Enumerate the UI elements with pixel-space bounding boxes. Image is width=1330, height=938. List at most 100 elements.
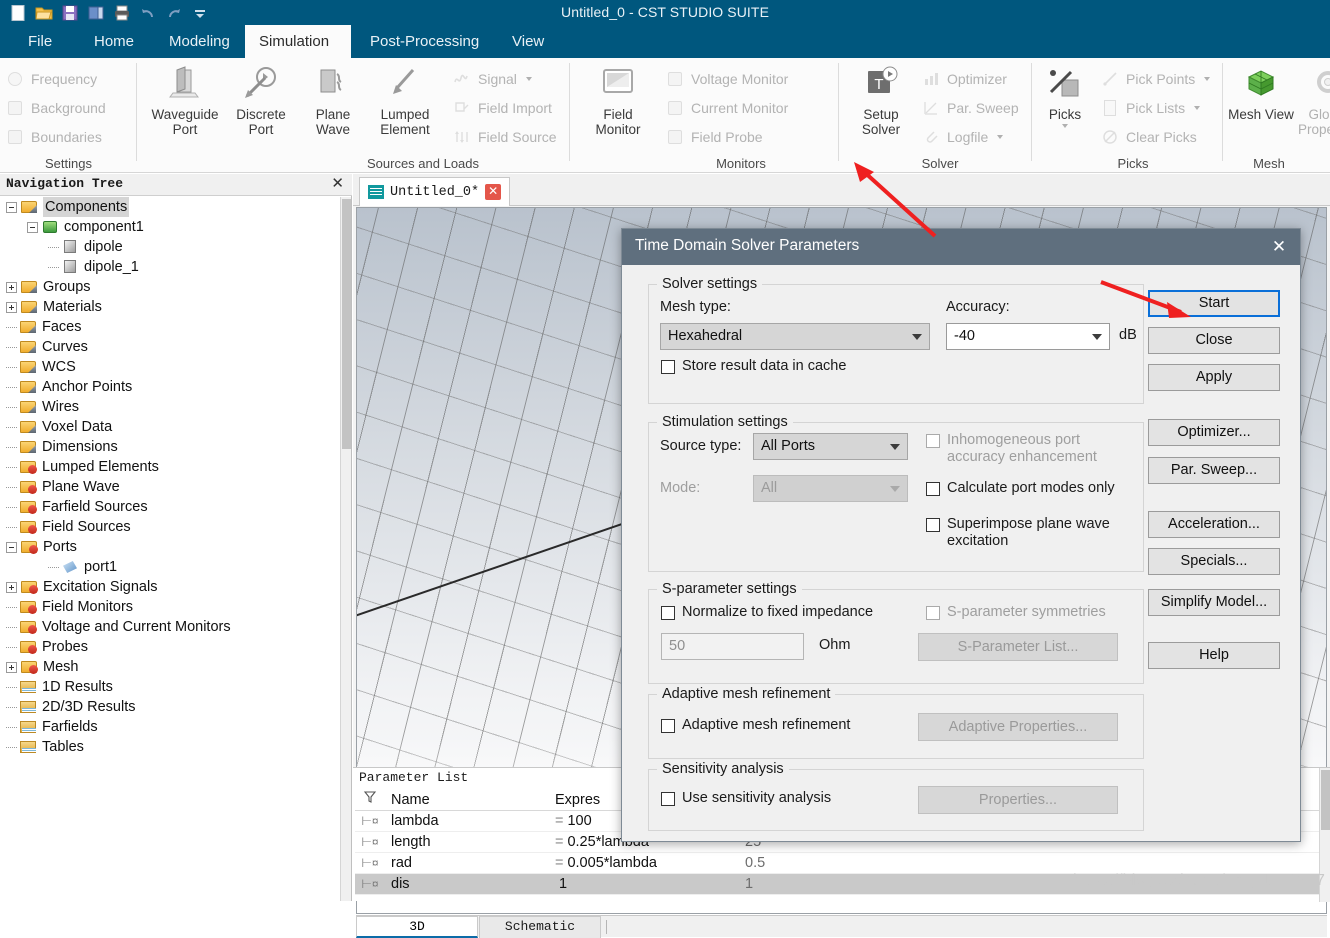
ribbon-item-pick-points[interactable]: Pick Points: [1101, 66, 1210, 92]
expand-icon[interactable]: [6, 662, 17, 673]
tree-item-faces[interactable]: Faces: [0, 317, 340, 337]
accuracy-select[interactable]: -40: [946, 323, 1110, 350]
ribbon-item-par-sweep[interactable]: Par. Sweep: [922, 95, 1019, 121]
close-icon[interactable]: ✕: [485, 184, 501, 200]
apply-button[interactable]: Apply: [1148, 364, 1280, 391]
ribbon-tab-file[interactable]: File: [14, 25, 62, 58]
view-tab-3d[interactable]: 3D: [356, 916, 478, 938]
start-button[interactable]: Start: [1148, 290, 1280, 317]
expand-icon[interactable]: [6, 282, 17, 293]
ribbon-item-optimizer[interactable]: Optimizer: [922, 66, 1007, 92]
ribbon-item-field-monitor[interactable]: Field Monitor: [583, 64, 653, 137]
ribbon-tab-simulation[interactable]: Simulation: [245, 25, 351, 58]
tree-item-field-monitors[interactable]: Field Monitors: [0, 597, 340, 617]
tree-item-groups[interactable]: Groups: [0, 277, 340, 297]
impedance-input[interactable]: 50: [661, 633, 804, 660]
inhomogeneous-port-checkbox[interactable]: Inhomogeneous port accuracy enhancement: [926, 432, 1136, 466]
ribbon-item-global-properties[interactable]: Global Properties: [1298, 64, 1330, 137]
use-sensitivity-checkbox[interactable]: Use sensitivity analysis: [661, 790, 831, 807]
tree-item-mesh[interactable]: Mesh: [0, 657, 340, 677]
ribbon-item-mesh-view[interactable]: Mesh View: [1226, 64, 1296, 122]
adaptive-mesh-checkbox[interactable]: Adaptive mesh refinement: [661, 717, 850, 734]
tree-item-wcs[interactable]: WCS: [0, 357, 340, 377]
tree-item-materials[interactable]: Materials: [0, 297, 340, 317]
s-parameter-symmetries-checkbox[interactable]: S-parameter symmetries: [926, 604, 1106, 621]
ribbon-item-background[interactable]: Background: [6, 95, 106, 121]
ribbon-item-setup-solver[interactable]: T Setup Solver: [846, 64, 916, 137]
chevron-down-icon[interactable]: [997, 135, 1003, 139]
par-sweep-button[interactable]: Par. Sweep...: [1148, 457, 1280, 484]
sensitivity-properties-button[interactable]: Properties...: [918, 786, 1118, 814]
ribbon-tab-home[interactable]: Home: [80, 25, 146, 58]
tree-item-field-sources[interactable]: Field Sources: [0, 517, 340, 537]
ribbon-item-field-import[interactable]: Field Import: [453, 95, 552, 121]
navigation-tree[interactable]: Componentscomponent1dipoledipole_1Groups…: [0, 197, 340, 901]
mesh-type-select[interactable]: Hexahedral: [660, 323, 930, 350]
calculate-port-modes-checkbox[interactable]: Calculate port modes only: [926, 480, 1136, 497]
ribbon-item-frequency[interactable]: Frequency: [6, 66, 97, 92]
tree-item-components[interactable]: Components: [0, 197, 340, 217]
tree-item-excitation-signals[interactable]: Excitation Signals: [0, 577, 340, 597]
tree-item-probes[interactable]: Probes: [0, 637, 340, 657]
chevron-down-icon[interactable]: [1062, 124, 1068, 128]
ribbon-item-discrete-port[interactable]: Discrete Port: [226, 64, 296, 137]
column-header-name[interactable]: Name: [385, 790, 555, 811]
tree-item-ports[interactable]: Ports: [0, 537, 340, 557]
tree-item-port1[interactable]: port1: [0, 557, 340, 577]
ribbon-item-current-monitor[interactable]: Current Monitor: [666, 95, 788, 121]
close-button[interactable]: Close: [1148, 327, 1280, 354]
expand-icon[interactable]: [6, 302, 17, 313]
chevron-down-icon[interactable]: [1194, 106, 1200, 110]
s-parameter-list-button[interactable]: S-Parameter List...: [918, 633, 1118, 661]
optimizer-button[interactable]: Optimizer...: [1148, 419, 1280, 446]
tree-item-tables[interactable]: Tables: [0, 737, 340, 757]
tree-item-dipole[interactable]: dipole: [0, 237, 340, 257]
ribbon-item-waveguide-port[interactable]: Waveguide Port: [150, 64, 220, 137]
ribbon-item-lumped-element[interactable]: Lumped Element: [370, 64, 440, 137]
table-row[interactable]: ⊢¤rad=0.005*lambda0.5: [355, 853, 1330, 874]
ribbon-tab-modeling[interactable]: Modeling: [155, 25, 243, 58]
source-type-select[interactable]: All Ports: [753, 433, 908, 460]
document-tab-untitled-0[interactable]: Untitled_0* ✕: [359, 177, 510, 206]
collapse-icon[interactable]: [6, 542, 17, 553]
ribbon-item-field-probe[interactable]: Field Probe: [666, 124, 763, 150]
store-result-cache-checkbox[interactable]: Store result data in cache: [661, 358, 846, 375]
ribbon-item-pick-lists[interactable]: Pick Lists: [1101, 95, 1200, 121]
ribbon-tab-post-processing[interactable]: Post-Processing: [356, 25, 492, 58]
expand-icon[interactable]: [6, 582, 17, 593]
navigation-scrollbar[interactable]: [340, 197, 351, 901]
normalize-impedance-checkbox[interactable]: Normalize to fixed impedance: [661, 604, 873, 621]
tree-item-component1[interactable]: component1: [0, 217, 340, 237]
acceleration-button[interactable]: Acceleration...: [1148, 511, 1280, 538]
collapse-icon[interactable]: [27, 222, 38, 233]
help-button[interactable]: Help: [1148, 642, 1280, 669]
ribbon-item-signal[interactable]: Signal: [453, 66, 532, 92]
tree-item-voltage-and-current-monitors[interactable]: Voltage and Current Monitors: [0, 617, 340, 637]
ribbon-item-boundaries[interactable]: Boundaries: [6, 124, 102, 150]
tree-item-wires[interactable]: Wires: [0, 397, 340, 417]
ribbon-item-field-source[interactable]: Field Source: [453, 124, 557, 150]
filter-icon[interactable]: [355, 790, 385, 811]
chevron-down-icon[interactable]: [1204, 77, 1210, 81]
ribbon-item-logfile[interactable]: Logfile: [922, 124, 1003, 150]
close-icon[interactable]: ✕: [1266, 235, 1292, 259]
tree-item-lumped-elements[interactable]: Lumped Elements: [0, 457, 340, 477]
close-icon[interactable]: ✕: [331, 175, 344, 193]
tree-item-anchor-points[interactable]: Anchor Points: [0, 377, 340, 397]
superimpose-plane-wave-checkbox[interactable]: Superimpose plane wave excitation: [926, 516, 1136, 550]
tree-item-dipole-1[interactable]: dipole_1: [0, 257, 340, 277]
ribbon-item-plane-wave[interactable]: Plane Wave: [298, 64, 368, 137]
ribbon-item-clear-picks[interactable]: Clear Picks: [1101, 124, 1197, 150]
tree-item-2d-3d-results[interactable]: 2D/3D Results: [0, 697, 340, 717]
collapse-icon[interactable]: [6, 202, 17, 213]
specials-button[interactable]: Specials...: [1148, 548, 1280, 575]
tree-item-voxel-data[interactable]: Voxel Data: [0, 417, 340, 437]
tree-item-plane-wave[interactable]: Plane Wave: [0, 477, 340, 497]
ribbon-item-picks[interactable]: Picks: [1035, 64, 1095, 128]
tree-item-farfield-sources[interactable]: Farfield Sources: [0, 497, 340, 517]
adaptive-properties-button[interactable]: Adaptive Properties...: [918, 713, 1118, 741]
view-tab-schematic[interactable]: Schematic: [479, 916, 601, 938]
tree-item-curves[interactable]: Curves: [0, 337, 340, 357]
tree-item-dimensions[interactable]: Dimensions: [0, 437, 340, 457]
ribbon-tab-view[interactable]: View: [498, 25, 552, 58]
